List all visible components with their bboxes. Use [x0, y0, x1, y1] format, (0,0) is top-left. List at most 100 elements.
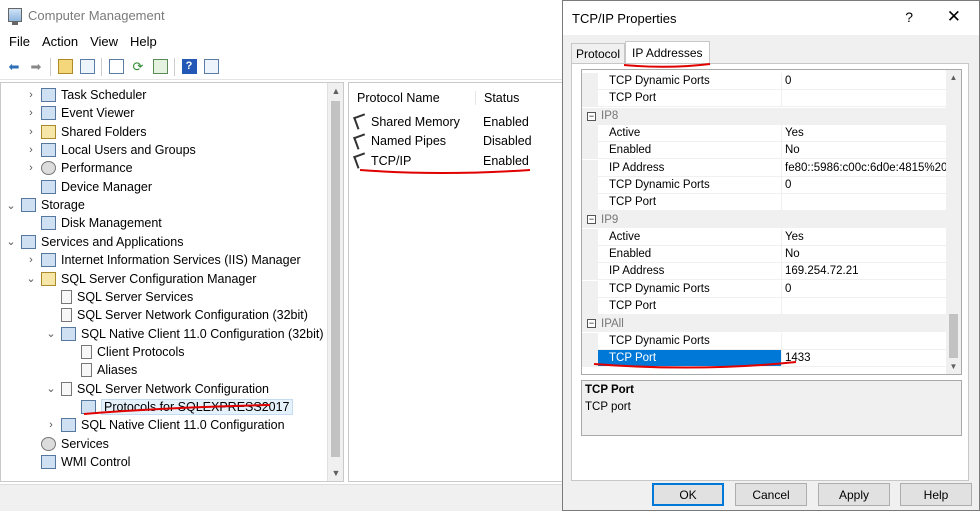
back-arrow-icon[interactable]: ⬅: [3, 56, 25, 78]
tab-ip-addresses[interactable]: IP Addresses: [625, 41, 710, 64]
show-hide-action-pane-icon[interactable]: [200, 56, 222, 78]
grid-property-row[interactable]: IP Address fe80::5986:c00c:6d0e:4815%20: [582, 159, 947, 177]
tree-item-disk-management[interactable]: Disk Management: [25, 214, 162, 232]
protocol-row[interactable]: TCP/IP Enabled: [353, 151, 555, 170]
scroll-thumb[interactable]: [949, 314, 958, 358]
help-question-icon[interactable]: ?: [905, 9, 913, 25]
tree-item-sql-native-client-configuration[interactable]: › SQL Native Client 11.0 Configuration: [45, 416, 285, 434]
protocol-row[interactable]: Named Pipes Disabled: [353, 132, 555, 151]
tree-item-services-and-applications[interactable]: ⌄ Services and Applications: [5, 233, 183, 251]
tree-item-aliases[interactable]: Aliases: [65, 361, 137, 379]
cancel-button[interactable]: Cancel: [735, 483, 807, 506]
grid-property-row[interactable]: TCP Dynamic Ports: [582, 332, 947, 350]
property-value[interactable]: [782, 333, 947, 350]
expand-chevron-icon[interactable]: ⌄: [45, 382, 57, 395]
tree-item-sql-server-network-configuration-32bit[interactable]: SQL Server Network Configuration (32bit): [45, 306, 308, 324]
tree-item-performance[interactable]: › Performance: [25, 159, 133, 177]
property-value[interactable]: No: [782, 246, 947, 263]
column-status[interactable]: Status: [476, 91, 519, 105]
column-protocol-name[interactable]: Protocol Name: [349, 91, 476, 105]
grid-property-row[interactable]: Active Yes: [582, 228, 947, 246]
menu-view[interactable]: View: [84, 34, 124, 49]
grid-property-row[interactable]: Enabled No: [582, 246, 947, 263]
expand-chevron-icon[interactable]: ⌄: [5, 235, 17, 248]
grid-property-row[interactable]: IP Address 169.254.72.21: [582, 263, 947, 281]
show-hide-tree-icon[interactable]: [76, 56, 98, 78]
expand-chevron-icon[interactable]: ›: [45, 419, 57, 431]
menu-action[interactable]: Action: [36, 34, 84, 49]
grid-scrollbar[interactable]: ▲ ▼: [946, 70, 961, 374]
grid-property-row[interactable]: Active Yes: [582, 124, 947, 142]
grid-property-row[interactable]: TCP Port: [582, 90, 947, 108]
grid-property-row[interactable]: Enabled No: [582, 142, 947, 160]
apply-button[interactable]: Apply: [818, 483, 890, 506]
forward-arrow-icon[interactable]: ➡: [25, 56, 47, 78]
ok-button[interactable]: OK: [652, 483, 724, 506]
grid-group-ip9[interactable]: − IP9: [582, 211, 947, 229]
tab-protocol[interactable]: Protocol: [571, 43, 626, 64]
grid-property-row[interactable]: TCP Port 1433: [582, 349, 947, 367]
protocol-row[interactable]: Shared Memory Enabled: [353, 112, 555, 131]
scroll-down-arrow[interactable]: ▼: [328, 465, 343, 481]
tree-item-sql-server-services[interactable]: SQL Server Services: [45, 288, 193, 306]
menu-file[interactable]: File: [3, 34, 36, 49]
scroll-thumb[interactable]: [331, 101, 340, 457]
collapse-minus-icon[interactable]: −: [587, 111, 596, 121]
tree-item-shared-folders[interactable]: › Shared Folders: [25, 123, 146, 141]
expand-chevron-icon[interactable]: ›: [25, 254, 37, 266]
expand-chevron-icon[interactable]: ›: [25, 107, 37, 119]
refresh-icon[interactable]: ⟳: [127, 56, 149, 78]
tree-item-device-manager[interactable]: Device Manager: [25, 178, 152, 196]
tree-item-task-scheduler[interactable]: › Task Scheduler: [25, 86, 146, 104]
help-icon[interactable]: ?: [178, 56, 200, 78]
tree-item-sql-server-configuration-manager[interactable]: ⌄ SQL Server Configuration Manager: [25, 270, 256, 288]
scroll-up-arrow[interactable]: ▲: [946, 70, 961, 85]
tree-item-sql-server-network-configuration[interactable]: ⌄ SQL Server Network Configuration: [45, 380, 269, 398]
property-value[interactable]: [782, 90, 947, 108]
up-folder-icon[interactable]: [54, 56, 76, 78]
grid-property-row[interactable]: TCP Dynamic Ports 0: [582, 73, 947, 90]
expand-chevron-icon[interactable]: ›: [25, 144, 37, 156]
expand-chevron-icon[interactable]: ›: [25, 162, 37, 174]
expand-chevron-icon[interactable]: ›: [25, 126, 37, 138]
tree-item-iis-manager[interactable]: › Internet Information Services (IIS) Man…: [25, 251, 301, 269]
tree-item-wmi-control[interactable]: WMI Control: [25, 453, 130, 471]
tree-item-local-users-and-groups[interactable]: › Local Users and Groups: [25, 141, 196, 159]
property-value[interactable]: No: [782, 142, 947, 160]
property-value[interactable]: 0: [782, 177, 947, 194]
grid-property-row[interactable]: TCP Port: [582, 194, 947, 212]
grid-property-row[interactable]: TCP Port: [582, 297, 947, 315]
tree-item-event-viewer[interactable]: › Event Viewer: [25, 104, 134, 122]
collapse-minus-icon[interactable]: −: [587, 215, 596, 225]
expand-chevron-icon[interactable]: ⌄: [25, 272, 37, 285]
property-value[interactable]: [782, 298, 947, 315]
export-list-icon[interactable]: [149, 56, 171, 78]
property-value[interactable]: 0: [782, 281, 947, 298]
tree-scrollbar[interactable]: ▲ ▼: [327, 83, 343, 481]
property-value[interactable]: 0: [782, 73, 947, 90]
expand-chevron-icon[interactable]: ⌄: [45, 327, 57, 340]
properties-icon[interactable]: [105, 56, 127, 78]
tree-item-protocols-for-sqlexpress2017[interactable]: Protocols for SQLEXPRESS2017: [65, 398, 293, 416]
grid-property-row[interactable]: TCP Dynamic Ports 0: [582, 176, 947, 194]
property-value[interactable]: 1433: [782, 350, 947, 367]
tree-item-services[interactable]: Services: [25, 435, 109, 453]
help-button[interactable]: Help: [900, 483, 972, 506]
property-value[interactable]: Yes: [782, 125, 947, 142]
scroll-up-arrow[interactable]: ▲: [328, 83, 343, 99]
property-value[interactable]: Yes: [782, 229, 947, 246]
menu-help[interactable]: Help: [124, 34, 163, 49]
expand-chevron-icon[interactable]: ⌄: [5, 199, 17, 212]
grid-group-ipall[interactable]: − IPAll: [582, 315, 947, 333]
expand-chevron-icon[interactable]: ›: [25, 89, 37, 101]
property-value[interactable]: [782, 194, 947, 212]
tree-item-sql-native-client-configuration-32bit[interactable]: ⌄ SQL Native Client 11.0 Configuration (3…: [45, 325, 324, 343]
scroll-down-arrow[interactable]: ▼: [946, 359, 961, 374]
property-value[interactable]: fe80::5986:c00c:6d0e:4815%20: [782, 160, 947, 177]
collapse-minus-icon[interactable]: −: [587, 319, 596, 329]
tree-item-storage[interactable]: ⌄ Storage: [5, 196, 85, 214]
grid-group-ip8[interactable]: − IP8: [582, 107, 947, 125]
tree-item-client-protocols[interactable]: Client Protocols: [65, 343, 185, 361]
grid-property-row[interactable]: TCP Dynamic Ports 0: [582, 280, 947, 298]
property-value[interactable]: 169.254.72.21: [782, 263, 947, 281]
